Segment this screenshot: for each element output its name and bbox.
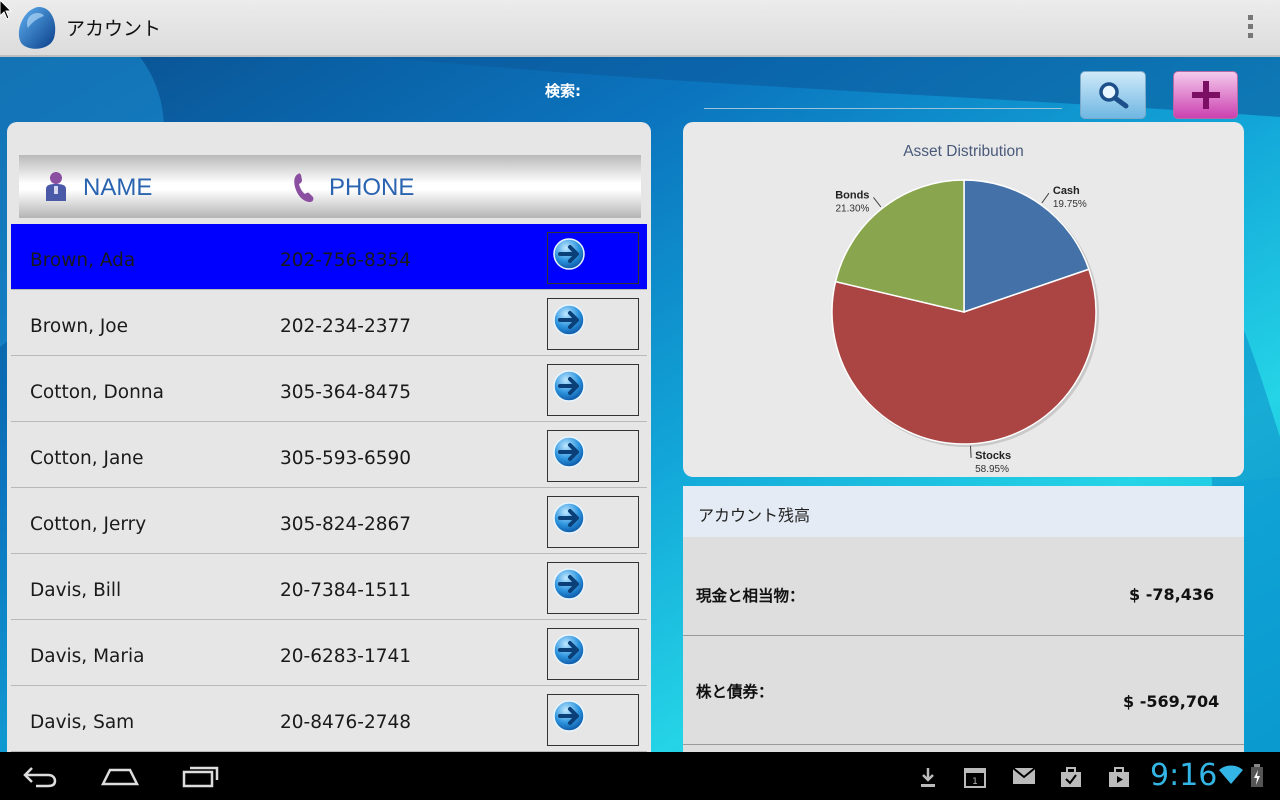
pie-label: Stocks (975, 450, 1011, 462)
plus-icon (1191, 81, 1220, 109)
app-title: アカウント (66, 18, 162, 40)
account-name: Brown, Ada (30, 250, 136, 271)
balance-header: アカウント残高 (683, 486, 1244, 537)
account-name: Davis, Sam (30, 712, 135, 733)
person-icon (46, 172, 66, 201)
magnifier-icon (1099, 82, 1129, 109)
open-account-button[interactable] (547, 628, 639, 680)
phone-column-header: PHONE (329, 174, 415, 201)
pie-label: Bonds (835, 189, 869, 201)
account-name: Davis, Maria (30, 646, 145, 667)
system-navigation-bar: 1 9:16 (0, 752, 1280, 800)
account-phone: 20-7384-1511 (280, 580, 412, 601)
pie-percent-label: 21.30% (836, 203, 870, 214)
account-name: Cotton, Jerry (30, 514, 147, 535)
account-name: Brown, Joe (30, 316, 128, 337)
account-row[interactable]: Davis, Bill 20-7384-1511 (11, 554, 647, 620)
account-phone: 305-593-6590 (280, 448, 412, 469)
stocks-bonds-value: $ -569,704 (1123, 692, 1220, 711)
pie-percent-label: 58.95% (975, 464, 1009, 475)
account-rows: Brown, Ada 202-756-8354 Brown, Joe 202-234-… (11, 224, 647, 752)
open-account-button[interactable] (547, 430, 639, 482)
open-account-button[interactable] (547, 232, 639, 284)
asset-chart-panel: Asset Distribution Cash 19.75% Stocks 58.95… (683, 122, 1244, 477)
account-balance-panel: アカウント残高 現金と相当物： $ -78,436 株と債券： $ -569,7… (683, 486, 1244, 752)
balance-title: アカウント残高 (698, 506, 811, 525)
account-list-panel: NAME PHONE Brown, Ada 202-756-8354 Brown, … (7, 122, 651, 762)
phone-icon (294, 173, 314, 202)
arrow-right-icon (553, 634, 585, 666)
account-row[interactable]: Davis, Maria 20-6283-1741 (11, 620, 647, 686)
pie-percent-label: 19.75% (1053, 199, 1087, 210)
cash-label: 現金と相当物： (696, 587, 805, 605)
account-name: Cotton, Donna (30, 382, 164, 403)
account-row[interactable]: Cotton, Jane 305-593-6590 (11, 422, 647, 488)
svg-text:1: 1 (972, 777, 978, 787)
account-row[interactable]: Davis, Sam 20-8476-2748 (11, 686, 647, 752)
account-phone: 20-8476-2748 (280, 712, 412, 733)
arrow-right-icon (553, 436, 585, 468)
play-store-icon (1109, 767, 1129, 787)
asset-pie-chart: Cash 19.75% Stocks 58.95% Bonds 21.30% (831, 179, 1099, 475)
mail-icon (1012, 767, 1036, 784)
open-account-button[interactable] (547, 562, 639, 614)
recent-apps-icon[interactable] (182, 764, 220, 788)
status-clock: 9:16 (1150, 758, 1218, 793)
search-input[interactable] (704, 80, 1062, 109)
list-header: NAME PHONE (19, 155, 641, 218)
account-row[interactable]: Cotton, Donna 305-364-8475 (11, 356, 647, 422)
app-logo-icon[interactable] (16, 4, 60, 52)
account-name: Cotton, Jane (30, 448, 144, 469)
arrow-right-icon (553, 238, 585, 270)
open-account-button[interactable] (547, 694, 639, 746)
pie-label: Cash (1053, 185, 1080, 197)
search-label: 検索: (545, 82, 581, 100)
stocks-bonds-label: 株と債券： (696, 683, 774, 701)
task-icon (1061, 767, 1081, 787)
account-phone: 20-6283-1741 (280, 646, 412, 667)
back-icon[interactable] (22, 764, 58, 788)
pie-leader-line (970, 445, 972, 458)
arrow-right-icon (553, 304, 585, 336)
account-row[interactable]: Brown, Joe 202-234-2377 (11, 290, 647, 356)
arrow-right-icon (553, 502, 585, 534)
download-icon (921, 768, 935, 787)
search-button[interactable] (1080, 71, 1146, 119)
calendar-icon: 1 (964, 768, 986, 788)
arrow-right-icon (553, 700, 585, 732)
battery-charging-icon (1251, 764, 1263, 787)
account-row[interactable]: Cotton, Jerry 305-824-2867 (11, 488, 647, 554)
account-phone: 202-234-2377 (280, 316, 412, 337)
open-account-button[interactable] (547, 298, 639, 350)
pie-leader-line (1041, 192, 1050, 204)
pie-leader-line (873, 197, 882, 208)
wifi-icon (1219, 765, 1243, 784)
account-phone: 202-756-8354 (280, 250, 412, 271)
account-name: Davis, Bill (30, 580, 122, 601)
mouse-cursor-icon (0, 0, 13, 20)
add-account-button[interactable] (1173, 71, 1238, 119)
arrow-right-icon (553, 370, 585, 402)
home-icon[interactable] (100, 764, 140, 788)
open-account-button[interactable] (547, 496, 639, 548)
account-phone: 305-364-8475 (280, 382, 412, 403)
name-column-header: NAME (83, 174, 153, 201)
balance-row-stocks-bonds: 株と債券： $ -569,704 (683, 636, 1244, 745)
open-account-button[interactable] (547, 364, 639, 416)
overflow-menu-icon[interactable] (1248, 15, 1254, 41)
action-bar: アカウント (0, 0, 1280, 57)
arrow-right-icon (553, 568, 585, 600)
cash-value: $ -78,436 (1129, 585, 1215, 604)
account-row[interactable]: Brown, Ada 202-756-8354 (11, 224, 647, 290)
account-phone: 305-824-2867 (280, 514, 412, 535)
balance-row-cash: 現金と相当物： $ -78,436 (683, 537, 1244, 636)
